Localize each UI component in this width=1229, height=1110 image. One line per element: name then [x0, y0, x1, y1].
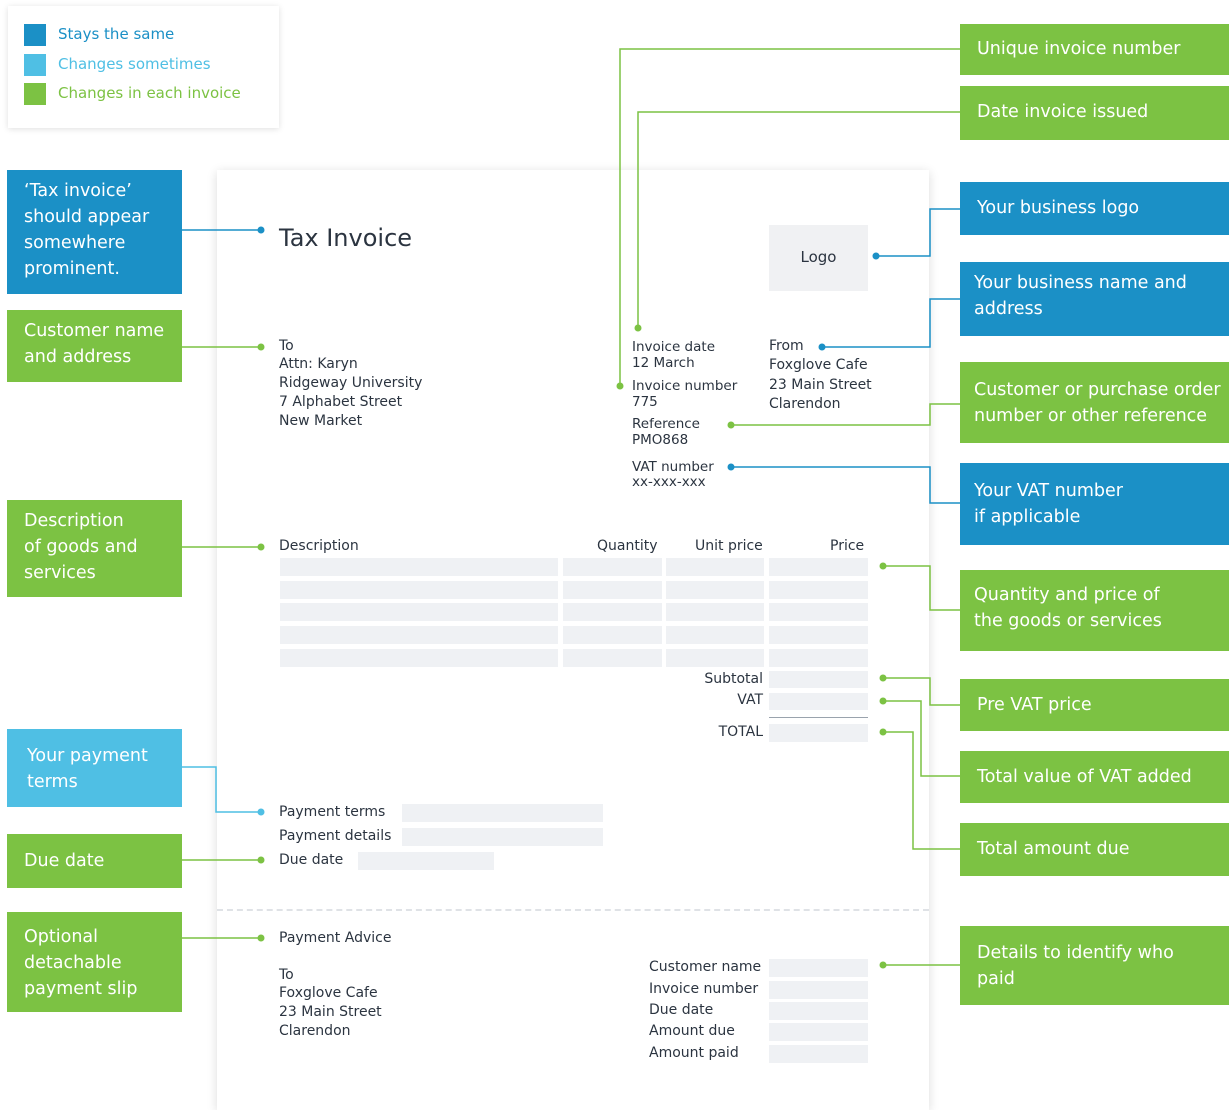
callout-total-vat: Total value of VAT added: [960, 751, 1229, 803]
subtotal-field: [769, 671, 868, 688]
advice-line1: 23 Main Street: [279, 1004, 382, 1020]
table-cell: [563, 603, 662, 621]
payment-terms-field: [402, 804, 603, 822]
vat-field: [769, 693, 868, 710]
table-cell: [666, 649, 764, 667]
advice-amount-paid-label: Amount paid: [649, 1045, 739, 1061]
from-line1: 23 Main Street: [769, 377, 872, 393]
table-cell: [280, 649, 558, 667]
vat-label: VAT: [737, 692, 763, 708]
to-line2: 7 Alphabet Street: [279, 394, 403, 410]
vat-number-value: xx-xxx-xxx: [632, 474, 706, 490]
from-name: Foxglove Cafe: [769, 357, 868, 373]
to-heading: To: [279, 338, 294, 354]
logo-placeholder: Logo: [769, 225, 868, 291]
from-line2: Clarendon: [769, 396, 841, 412]
tear-line: [217, 909, 929, 911]
legend-label-changes-each: Changes in each invoice: [58, 84, 241, 102]
advice-amount-due-label: Amount due: [649, 1023, 735, 1039]
header-price: Price: [830, 538, 865, 554]
invoice-date-value: 12 March: [632, 355, 695, 371]
table-cell: [769, 603, 868, 621]
advice-customer-name-label: Customer name: [649, 959, 762, 975]
logo-text: Logo: [800, 248, 837, 266]
legend: Stays the same Changes sometimes Changes…: [8, 6, 279, 128]
legend-swatch-stays-same: [24, 24, 46, 46]
reference-value: PMO868: [632, 432, 689, 448]
callout-customer-reference: Customer or purchase order number or oth…: [960, 362, 1229, 443]
advice-customer-name-field: [769, 959, 868, 977]
callout-business-name-address: Your business name and address: [960, 262, 1229, 336]
table-cell: [769, 649, 868, 667]
reference-label: Reference: [632, 416, 700, 432]
from-heading: From: [769, 338, 804, 354]
callout-quantity-price: Quantity and price of the goods or servi…: [960, 570, 1229, 651]
total-label: TOTAL: [718, 724, 763, 740]
header-quantity: Quantity: [597, 538, 658, 554]
table-cell: [769, 558, 868, 576]
to-line3: New Market: [279, 413, 363, 429]
table-cell: [666, 626, 764, 644]
table-cell: [563, 581, 662, 599]
table-cell: [563, 626, 662, 644]
invoice-number-value: 775: [632, 394, 658, 410]
header-unit-price: Unit price: [695, 538, 763, 554]
table-cell: [769, 581, 868, 599]
due-date-label: Due date: [279, 852, 344, 868]
total-rule: [769, 717, 868, 718]
callout-vat-number: Your VAT number if applicable: [960, 463, 1229, 545]
advice-name: Foxglove Cafe: [279, 985, 378, 1001]
table-cell: [280, 626, 558, 644]
advice-invoice-number-label: Invoice number: [649, 981, 759, 997]
to-line1: Ridgeway University: [279, 375, 423, 391]
subtotal-label: Subtotal: [704, 671, 763, 687]
header-description: Description: [279, 538, 359, 554]
legend-label-stays-same: Stays the same: [58, 25, 175, 43]
table-cell: [666, 603, 764, 621]
callout-tax-invoice-prominent: ‘Tax invoice’ should appear somewhere pr…: [7, 170, 182, 294]
payment-advice-title: Payment Advice: [279, 930, 392, 946]
legend-swatch-changes-each: [24, 83, 46, 105]
callout-unique-invoice-number: Unique invoice number: [960, 24, 1229, 75]
payment-details-field: [402, 828, 603, 846]
table-cell: [280, 558, 558, 576]
table-cell: [769, 626, 868, 644]
callout-total-due: Total amount due: [960, 823, 1229, 876]
total-field: [769, 724, 868, 742]
callout-date-invoice-issued: Date invoice issued: [960, 86, 1229, 140]
advice-invoice-number-field: [769, 981, 868, 999]
due-date-field: [358, 852, 494, 870]
table-cell: [280, 581, 558, 599]
table-cell: [563, 558, 662, 576]
payment-terms-label: Payment terms: [279, 804, 386, 820]
callout-pre-vat-price: Pre VAT price: [960, 679, 1229, 731]
callout-description-goods: Description of goods and services: [7, 500, 182, 597]
advice-due-date-label: Due date: [649, 1002, 714, 1018]
callout-payment-terms: Your payment terms: [7, 729, 182, 807]
table-cell: [563, 649, 662, 667]
legend-swatch-changes-sometimes: [24, 54, 46, 76]
table-cell: [280, 603, 558, 621]
callout-detachable-slip: Optional detachable payment slip: [7, 912, 182, 1012]
table-cell: [666, 558, 764, 576]
invoice-date-label: Invoice date: [632, 339, 715, 355]
callout-business-logo: Your business logo: [960, 182, 1229, 235]
callout-due-date: Due date: [7, 834, 182, 888]
callout-details-who-paid: Details to identify who paid: [960, 926, 1229, 1005]
advice-amount-due-field: [769, 1023, 868, 1041]
legend-label-changes-sometimes: Changes sometimes: [58, 55, 211, 73]
advice-to-heading: To: [279, 967, 294, 983]
callout-customer-name-address: Customer name and address: [7, 310, 182, 382]
advice-due-date-field: [769, 1002, 868, 1020]
invoice-number-label: Invoice number: [632, 378, 738, 394]
advice-amount-paid-field: [769, 1045, 868, 1063]
advice-line2: Clarendon: [279, 1023, 351, 1039]
invoice-title: Tax Invoice: [279, 224, 413, 252]
table-cell: [666, 581, 764, 599]
to-attn: Attn: Karyn: [279, 356, 358, 372]
payment-details-label: Payment details: [279, 828, 392, 844]
